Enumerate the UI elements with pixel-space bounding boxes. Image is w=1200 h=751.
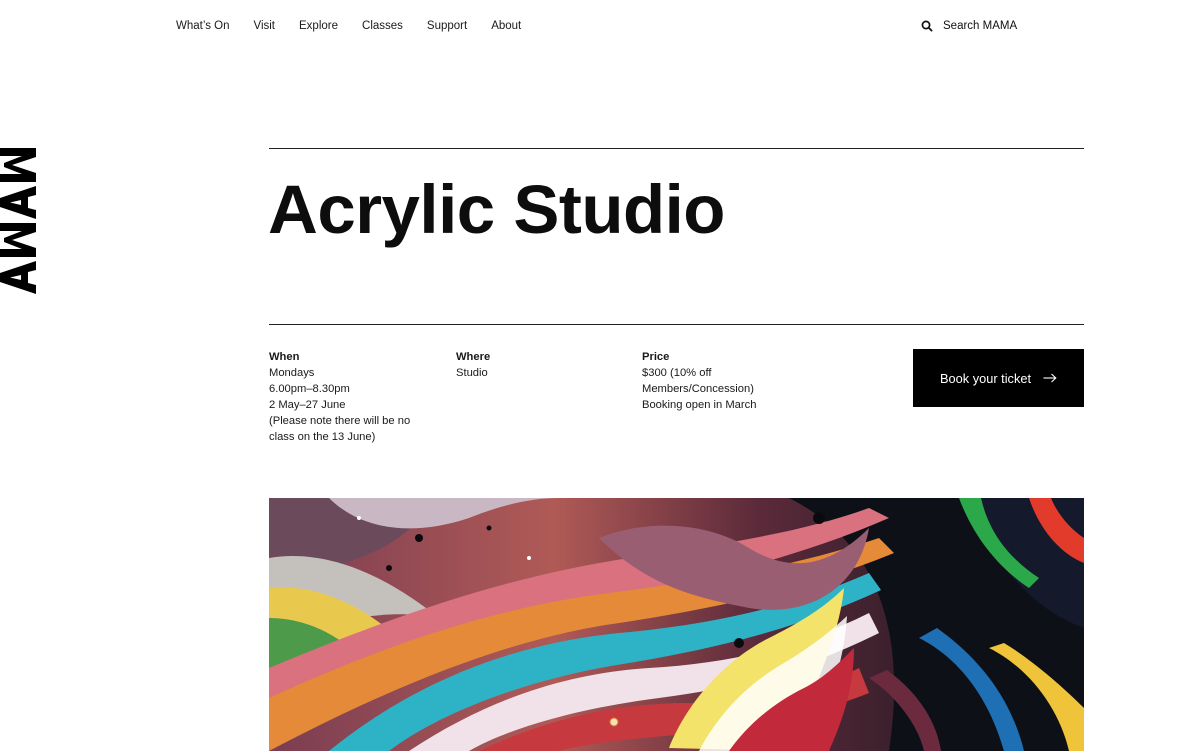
title-top-rule (269, 148, 1084, 149)
search-link[interactable]: Search MAMA (921, 18, 1017, 34)
nav-item-visit[interactable]: Visit (253, 18, 275, 34)
price-line: Members/Concession) (642, 383, 754, 395)
price-line: $300 (10% off (642, 367, 712, 379)
nav-item-support[interactable]: Support (427, 18, 467, 34)
when-line: 6.00pm–8.30pm (269, 383, 350, 395)
price-line: Booking open in March (642, 399, 757, 411)
page-title: Acrylic Studio (268, 171, 725, 248)
where-line: Studio (456, 367, 488, 379)
main-nav: What’s On Visit Explore Classes Support … (176, 18, 545, 34)
when-line: 2 May–27 June (269, 399, 346, 411)
price-heading: Price (642, 351, 670, 363)
details-when: When Mondays 6.00pm–8.30pm 2 May–27 June… (269, 349, 439, 445)
search-icon (921, 20, 933, 32)
nav-item-whats-on[interactable]: What’s On (176, 18, 229, 34)
mama-logo[interactable] (0, 148, 40, 302)
hero-image (269, 498, 1084, 751)
nav-item-explore[interactable]: Explore (299, 18, 338, 34)
when-heading: When (269, 351, 300, 363)
where-heading: Where (456, 351, 491, 363)
when-line: class on the 13 June) (269, 431, 376, 443)
arrow-right-icon (1043, 373, 1057, 383)
when-line: (Please note there will be no (269, 415, 411, 427)
details-price: Price $300 (10% off Members/Concession) … (642, 349, 802, 413)
nav-item-about[interactable]: About (491, 18, 521, 34)
page: What’s On Visit Explore Classes Support … (0, 0, 1200, 751)
search-label: Search MAMA (943, 20, 1018, 32)
book-ticket-button[interactable]: Book your ticket (913, 349, 1084, 407)
book-ticket-label: Book your ticket (939, 370, 1032, 386)
details-where: Where Studio (456, 349, 606, 381)
when-line: Mondays (269, 367, 315, 379)
nav-item-classes[interactable]: Classes (362, 18, 403, 34)
details-top-rule (269, 324, 1084, 325)
